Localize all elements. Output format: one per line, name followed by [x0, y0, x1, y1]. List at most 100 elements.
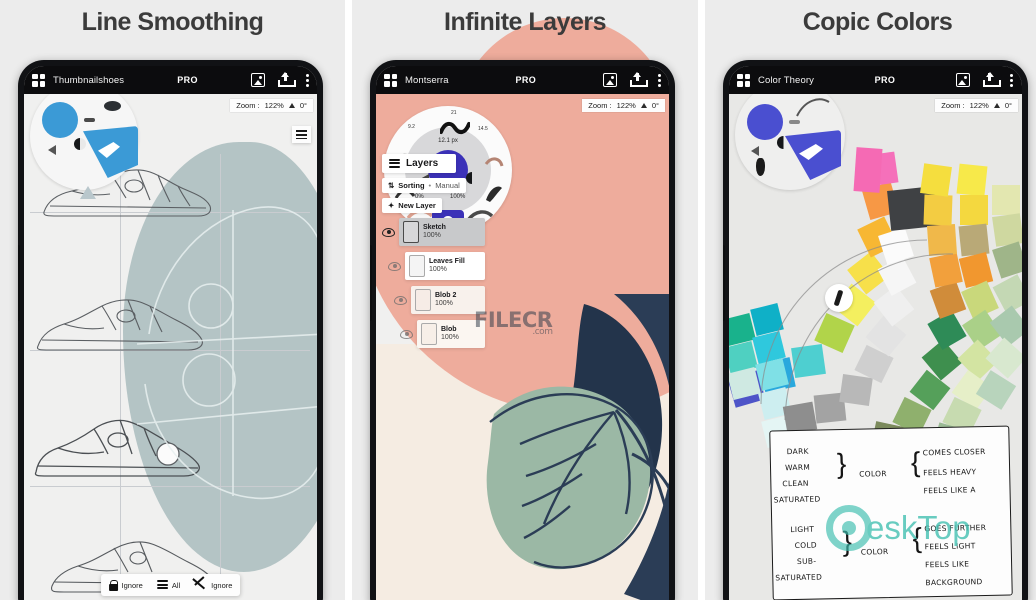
pro-badge[interactable]: PRO — [515, 75, 536, 85]
note-text: FEELS LIKE A — [923, 485, 976, 496]
panel-title: Copic Colors — [802, 8, 953, 36]
overflow-menu-icon[interactable] — [305, 73, 309, 87]
layers-panel-title: Layers — [406, 158, 439, 169]
desktop-watermark: eskTop — [826, 505, 971, 551]
layer-thumbnail — [403, 221, 419, 243]
drawing-canvas[interactable]: Zoom : 122% 0° Ignore All Ignore — [24, 94, 317, 600]
zoom-indicator[interactable]: Zoom : 122% 0° — [230, 99, 313, 112]
overflow-menu-icon[interactable] — [1010, 73, 1014, 87]
pro-badge[interactable]: PRO — [177, 75, 198, 85]
layer-opacity: 100% — [423, 232, 441, 239]
layer-visibility-toggle[interactable] — [394, 295, 407, 305]
panel-infinite-layers: Infinite Layers Montserra PRO 12.1 px 0%… — [352, 0, 698, 600]
spiral-logo-icon — [826, 505, 872, 551]
layer-name: Sketch — [423, 223, 446, 231]
layer-row[interactable]: Blob 2 100% — [382, 286, 485, 314]
lock-icon — [108, 579, 118, 591]
zoom-indicator[interactable]: Zoom : 122% 0° — [935, 99, 1018, 112]
panel-title: Line Smoothing — [81, 8, 264, 36]
layer-visibility-toggle[interactable] — [382, 227, 395, 237]
toolbar-label: Ignore — [211, 580, 233, 590]
desktop-watermark-text: eskTop — [866, 509, 971, 546]
rotation-icon — [640, 103, 647, 108]
appbar-actions — [955, 72, 1014, 87]
grid-icon[interactable] — [384, 73, 397, 87]
palette-guide-arcs — [760, 239, 954, 421]
rotation-icon — [288, 103, 295, 108]
app-bar: Montserra PRO — [376, 66, 669, 94]
image-icon[interactable] — [603, 73, 617, 87]
note-text: SUB- — [796, 556, 817, 566]
new-layer-button[interactable]: ✦ New Layer — [382, 198, 442, 213]
radial-tool-menu[interactable] — [28, 94, 148, 199]
panel-divider — [345, 0, 352, 600]
drawing-canvas[interactable]: 12.1 px 0% 100% 21 9.2 14.5 Layers ⇅ Sor… — [376, 94, 669, 600]
layers-icon — [389, 158, 400, 169]
zoom-value: 122% — [616, 101, 636, 110]
layers-sorting-control[interactable]: ⇅ Sorting • Manual — [382, 178, 466, 193]
toolbar-label: Ignore — [121, 580, 143, 590]
toolbar-item-layers[interactable]: All — [156, 580, 180, 590]
rotation-icon — [993, 103, 1000, 108]
layer-thumbnail — [421, 323, 437, 345]
appbar-actions — [251, 72, 309, 87]
image-icon[interactable] — [955, 73, 970, 87]
sorting-value: Manual — [435, 181, 460, 190]
phone-screen: Thumbnailshoes PRO Zoom: 122% 0° Ignore… — [24, 66, 317, 600]
note-text: COMES CLOSER — [922, 447, 986, 458]
zoom-label: Zoom : — [588, 101, 612, 110]
brush-size-value: 12.1 px — [438, 138, 458, 144]
layer-row[interactable]: Leaves Fill 100% — [382, 252, 485, 280]
blueprint-overlay — [137, 206, 317, 500]
overflow-menu-icon[interactable] — [657, 73, 661, 87]
rotation-value: 0° — [651, 101, 659, 110]
zoom-label: Zoom : — [941, 101, 965, 110]
layer-opacity: 100% — [441, 334, 459, 341]
active-color-swatch[interactable] — [42, 102, 78, 138]
rotation-value: 0° — [1004, 101, 1012, 110]
upload-icon[interactable] — [278, 72, 296, 87]
pro-badge[interactable]: PRO — [875, 75, 896, 85]
sorting-separator: • — [428, 181, 432, 190]
note-text: FEELS HEAVY — [923, 467, 977, 478]
upload-icon[interactable] — [630, 72, 648, 87]
toolbar-item-lock[interactable]: Ignore — [108, 579, 143, 591]
layers-panel: Layers ⇅ Sorting • Manual ✦ New Layer Sk… — [382, 154, 485, 354]
layer-row[interactable]: Sketch 100% — [382, 218, 485, 246]
phone-side-button — [370, 245, 372, 321]
layers-panel-header[interactable]: Layers — [382, 154, 456, 173]
app-bar: Thumbnailshoes PRO — [24, 66, 317, 94]
palette-picker-handle[interactable] — [825, 284, 853, 312]
layer-row[interactable]: Blob 100% — [382, 320, 485, 348]
grid-icon[interactable] — [737, 73, 750, 87]
upload-icon[interactable] — [982, 72, 1001, 87]
radial-tool-menu[interactable] — [733, 94, 853, 198]
layer-card[interactable]: Leaves Fill 100% — [405, 252, 485, 280]
note-text: SATURATED — [775, 572, 823, 583]
sort-icon: ⇅ — [388, 181, 395, 190]
active-color-swatch[interactable] — [747, 104, 783, 140]
layer-visibility-toggle[interactable] — [400, 329, 413, 339]
zoom-value: 122% — [969, 101, 989, 110]
grid-icon[interactable] — [32, 73, 45, 87]
monstera-illustration — [486, 294, 669, 600]
panel-divider — [698, 0, 705, 600]
document-name: Montserra — [405, 74, 449, 86]
phone-side-button — [18, 245, 20, 321]
zoom-label: Zoom : — [236, 101, 260, 110]
note-text: WARM — [784, 462, 811, 473]
app-store-screenshot-strip: Line Smoothing Thumbnailshoes PRO Zoom:… — [0, 0, 1036, 600]
layer-thumbnail — [415, 289, 431, 311]
smoothing-toolbar: Ignore All Ignore — [100, 574, 241, 596]
canvas-menu-button[interactable] — [292, 126, 311, 144]
layer-thumbnail — [409, 255, 425, 277]
toolbar-item-pen[interactable]: Ignore — [194, 579, 232, 591]
layer-visibility-toggle[interactable] — [388, 261, 401, 271]
zoom-indicator[interactable]: Zoom : 122% 0° — [582, 99, 665, 112]
layer-card[interactable]: Sketch 100% — [399, 218, 485, 246]
panel-title: Infinite Layers — [444, 8, 607, 36]
layer-opacity: 100% — [429, 266, 447, 273]
sorting-label: Sorting — [398, 181, 425, 190]
note-text: DARK — [786, 446, 809, 457]
image-icon[interactable] — [251, 73, 265, 87]
